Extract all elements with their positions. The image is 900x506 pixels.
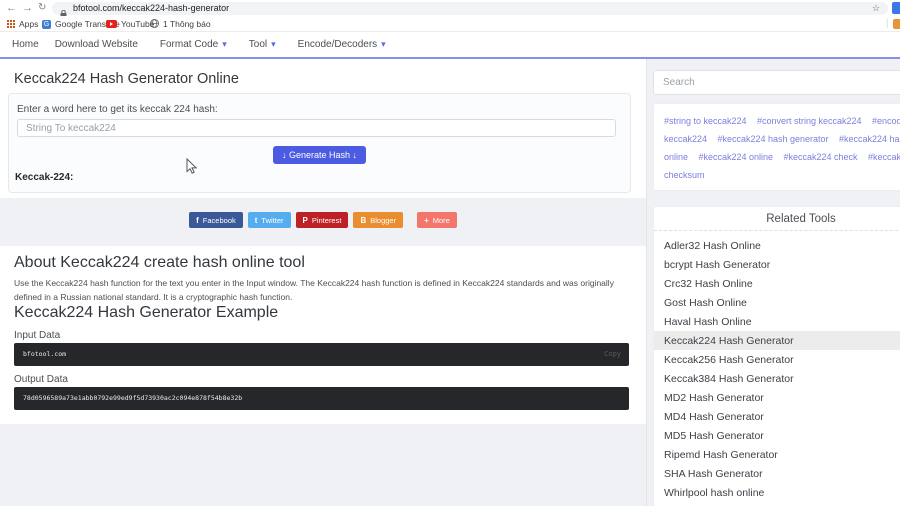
share-pinterest-button[interactable]: PPinterest (296, 212, 349, 228)
tag-link[interactable]: #keccak224 online (698, 152, 773, 162)
tool-item-crc32[interactable]: Crc32 Hash Online (654, 274, 900, 293)
tool-item-whirlpool[interactable]: Whirlpool hash online (654, 483, 900, 502)
bookmark-youtube[interactable]: YouTube (106, 16, 154, 32)
about-heading: About Keccak224 create hash online tool (14, 254, 305, 272)
tool-item-sha[interactable]: SHA Hash Generator (654, 464, 900, 483)
related-tools-list: Adler32 Hash Online bcrypt Hash Generato… (654, 236, 900, 502)
tool-item-md5[interactable]: MD5 Hash Generator (654, 426, 900, 445)
tag-link[interactable]: #keccak224 hash generator (717, 134, 828, 144)
translate-extension-icon[interactable] (892, 2, 900, 14)
share-blogger-button[interactable]: BBlogger (353, 212, 403, 228)
forward-button[interactable]: → (22, 0, 33, 16)
hash-form-card: Enter a word here to get its keccak 224 … (8, 93, 631, 193)
address-bar[interactable]: bfotool.com/keccak224-hash-generator ☆ (52, 2, 888, 15)
site-navigation: Home Download Website Format Code Tool E… (0, 32, 900, 57)
apps-grid-icon (7, 20, 15, 28)
share-band: fFacebook tTwitter PPinterest BBlogger +… (0, 198, 646, 246)
tag-link[interactable]: #string to keccak224 (664, 116, 747, 126)
clipped-bookmark-icon[interactable] (893, 19, 900, 29)
tag-link[interactable]: #keccak224 check (784, 152, 858, 162)
browser-window: ← → ↻ bfotool.com/keccak224-hash-generat… (0, 0, 900, 506)
tool-item-md2[interactable]: MD2 Hash Generator (654, 388, 900, 407)
button-row: ↓ Generate Hash ↓ (9, 145, 630, 164)
back-button[interactable]: ← (6, 0, 17, 16)
page-title: Keccak224 Hash Generator Online (14, 71, 239, 87)
result-label: Keccak-224: (15, 172, 73, 183)
blogger-icon: B (360, 216, 366, 225)
down-arrow-icon: ↓ (282, 150, 287, 160)
tool-item-gost[interactable]: Gost Hash Online (654, 293, 900, 312)
generate-hash-button[interactable]: ↓ Generate Hash ↓ (273, 146, 366, 164)
example-heading: Keccak224 Hash Generator Example (14, 304, 278, 322)
globe-icon (150, 19, 159, 30)
nav-download-website[interactable]: Download Website (55, 39, 138, 50)
tool-item-haval[interactable]: Haval Hash Online (654, 312, 900, 331)
youtube-icon (106, 20, 117, 28)
bookmark-apps[interactable]: Apps (7, 16, 38, 32)
string-input[interactable] (17, 119, 616, 137)
tool-item-ripemd[interactable]: Ripemd Hash Generator (654, 445, 900, 464)
tag-link[interactable]: #convert string keccak224 (757, 116, 862, 126)
tool-item-keccak384[interactable]: Keccak384 Hash Generator (654, 369, 900, 388)
tool-item-adler32[interactable]: Adler32 Hash Online (654, 236, 900, 255)
generator-section: Keccak224 Hash Generator Online Enter a … (0, 59, 646, 198)
facebook-icon: f (196, 216, 199, 225)
dashed-divider (654, 230, 900, 231)
input-data-label: Input Data (14, 330, 60, 341)
output-data-label: Output Data (14, 374, 68, 385)
google-translate-icon: G (42, 20, 51, 29)
input-label: Enter a word here to get its keccak 224 … (17, 104, 218, 115)
plus-icon: + (424, 216, 429, 225)
sidebar: #string to keccak224 #convert string kec… (646, 59, 900, 506)
url-text: bfotool.com/keccak224-hash-generator (73, 2, 229, 15)
browser-toolbar: ← → ↻ bfotool.com/keccak224-hash-generat… (0, 0, 900, 16)
tool-item-bcrypt[interactable]: bcrypt Hash Generator (654, 255, 900, 274)
nav-home[interactable]: Home (12, 39, 39, 50)
example-input-block: bfotool.com Copy (14, 343, 629, 366)
tool-item-keccak256[interactable]: Keccak256 Hash Generator (654, 350, 900, 369)
about-paragraph: Use the Keccak224 hash function for the … (14, 277, 632, 304)
share-buttons: fFacebook tTwitter PPinterest BBlogger +… (0, 212, 646, 228)
main-column: Keccak224 Hash Generator Online Enter a … (0, 59, 646, 424)
share-facebook-button[interactable]: fFacebook (189, 212, 243, 228)
bookmark-star-icon[interactable]: ☆ (872, 2, 880, 15)
tool-item-keccak224[interactable]: Keccak224 Hash Generator (654, 331, 900, 350)
about-section: About Keccak224 create hash online tool … (0, 246, 646, 424)
share-twitter-button[interactable]: tTwitter (248, 212, 291, 228)
share-more-button[interactable]: +More (417, 212, 457, 228)
twitter-icon: t (255, 216, 258, 225)
tool-item-md4[interactable]: MD4 Hash Generator (654, 407, 900, 426)
related-tools-title: Related Tools (654, 207, 900, 230)
page-body: Keccak224 Hash Generator Online Enter a … (0, 59, 900, 506)
copy-button[interactable]: Copy (604, 343, 621, 366)
nav-tool[interactable]: Tool (249, 39, 276, 50)
example-output-block: 78d0596589a73e1abb0792e99ed9f5d73930ac2c… (14, 387, 629, 410)
search-input[interactable] (653, 70, 900, 95)
down-arrow-icon: ↓ (353, 150, 358, 160)
bookmarks-bar: Apps G Google Translate YouTube 1 Thông … (0, 16, 900, 32)
related-tools-card: Related Tools Adler32 Hash Online bcrypt… (653, 206, 900, 506)
nav-encode-decoders[interactable]: Encode/Decoders (298, 39, 386, 50)
hashtags-card: #string to keccak224 #convert string kec… (653, 103, 900, 191)
pinterest-icon: P (303, 216, 308, 225)
reload-button[interactable]: ↻ (38, 0, 46, 16)
nav-format-code[interactable]: Format Code (160, 39, 227, 50)
bookmarks-divider: | (886, 18, 889, 29)
bookmark-notification[interactable]: 1 Thông báo (150, 16, 211, 32)
